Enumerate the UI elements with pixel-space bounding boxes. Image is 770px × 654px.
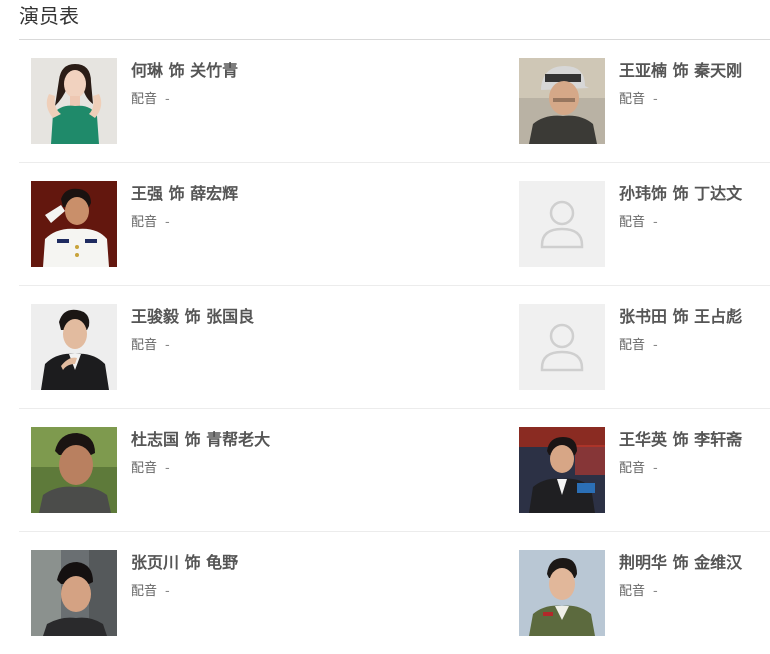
voice-value: - <box>653 584 658 599</box>
actor-role-name[interactable]: 张书田 饰 王占彪 <box>619 305 742 329</box>
voice-label: 配音 <box>131 92 158 107</box>
voice-label: 配音 <box>619 461 646 476</box>
actor-photo[interactable] <box>519 427 605 513</box>
actor-role-name[interactable]: 孙玮饰 饰 丁达文 <box>619 182 742 206</box>
voice-value: - <box>653 461 658 476</box>
cast-item[interactable]: 王亚楠 饰 秦天刚 配音 - <box>519 58 770 144</box>
voice-value: - <box>165 338 170 353</box>
voice-line: 配音 - <box>619 336 658 356</box>
actor-photo[interactable] <box>519 58 605 144</box>
actor-role-name[interactable]: 王亚楠 饰 秦天刚 <box>619 59 742 83</box>
actor-role-name[interactable]: 荆明华 饰 金维汉 <box>619 551 742 575</box>
actor-photo[interactable] <box>31 181 117 267</box>
voice-line: 配音 - <box>131 336 170 356</box>
cast-item[interactable]: 孙玮饰 饰 丁达文 配音 - <box>519 181 770 267</box>
actor-role-name[interactable]: 王强 饰 薛宏辉 <box>131 182 238 206</box>
voice-line: 配音 - <box>619 459 658 479</box>
placeholder-avatar-icon[interactable] <box>519 181 605 267</box>
voice-line: 配音 - <box>131 582 170 602</box>
cast-row: 张页川 饰 龟野 配音 - 荆明华 饰 金维汉 配音 - <box>19 532 770 654</box>
actor-photo[interactable] <box>31 427 117 513</box>
voice-value: - <box>165 584 170 599</box>
voice-value: - <box>165 92 170 107</box>
voice-value: - <box>653 338 658 353</box>
voice-line: 配音 - <box>619 90 658 110</box>
voice-label: 配音 <box>619 215 646 230</box>
actor-role-name[interactable]: 张页川 饰 龟野 <box>131 551 238 575</box>
actor-role-name[interactable]: 王骏毅 饰 张国良 <box>131 305 254 329</box>
cast-item[interactable]: 张页川 饰 龟野 配音 - <box>31 550 501 636</box>
cast-item[interactable]: 王骏毅 饰 张国良 配音 - <box>31 304 501 390</box>
cast-list: 何琳 饰 关竹青 配音 - 王亚楠 饰 秦天刚 配音 - 王强 饰 薛宏辉 配音… <box>19 40 770 654</box>
voice-label: 配音 <box>619 92 646 107</box>
actor-photo[interactable] <box>31 550 117 636</box>
voice-label: 配音 <box>131 338 158 353</box>
actor-photo[interactable] <box>31 58 117 144</box>
actor-photo[interactable] <box>519 550 605 636</box>
cast-page: 演员表 何琳 饰 关竹青 配音 - 王亚楠 饰 秦天刚 配音 - 王强 饰 薛宏… <box>0 0 770 645</box>
section-title: 演员表 <box>19 4 79 28</box>
cast-item[interactable]: 杜志国 饰 青帮老大 配音 - <box>31 427 501 513</box>
actor-role-name[interactable]: 杜志国 饰 青帮老大 <box>131 428 270 452</box>
voice-label: 配音 <box>619 584 646 599</box>
voice-line: 配音 - <box>619 213 658 233</box>
voice-label: 配音 <box>619 338 646 353</box>
voice-value: - <box>653 215 658 230</box>
cast-row: 王强 饰 薛宏辉 配音 - 孙玮饰 饰 丁达文 配音 - <box>19 163 770 286</box>
voice-label: 配音 <box>131 215 158 230</box>
cast-row: 何琳 饰 关竹青 配音 - 王亚楠 饰 秦天刚 配音 - <box>19 40 770 163</box>
voice-line: 配音 - <box>131 459 170 479</box>
cast-item[interactable]: 荆明华 饰 金维汉 配音 - <box>519 550 770 636</box>
actor-photo[interactable] <box>31 304 117 390</box>
cast-item[interactable]: 王华英 饰 李轩斋 配音 - <box>519 427 770 513</box>
cast-item[interactable]: 张书田 饰 王占彪 配音 - <box>519 304 770 390</box>
voice-label: 配音 <box>131 461 158 476</box>
voice-value: - <box>165 461 170 476</box>
placeholder-avatar-icon[interactable] <box>519 304 605 390</box>
cast-item[interactable]: 王强 饰 薛宏辉 配音 - <box>31 181 501 267</box>
voice-label: 配音 <box>131 584 158 599</box>
actor-role-name[interactable]: 王华英 饰 李轩斋 <box>619 428 742 452</box>
voice-value: - <box>165 215 170 230</box>
actor-role-name[interactable]: 何琳 饰 关竹青 <box>131 59 238 83</box>
voice-line: 配音 - <box>131 213 170 233</box>
voice-value: - <box>653 92 658 107</box>
cast-item[interactable]: 何琳 饰 关竹青 配音 - <box>31 58 501 144</box>
voice-line: 配音 - <box>131 90 170 110</box>
cast-row: 王骏毅 饰 张国良 配音 - 张书田 饰 王占彪 配音 - <box>19 286 770 409</box>
cast-row: 杜志国 饰 青帮老大 配音 - 王华英 饰 李轩斋 配音 - <box>19 409 770 532</box>
voice-line: 配音 - <box>619 582 658 602</box>
